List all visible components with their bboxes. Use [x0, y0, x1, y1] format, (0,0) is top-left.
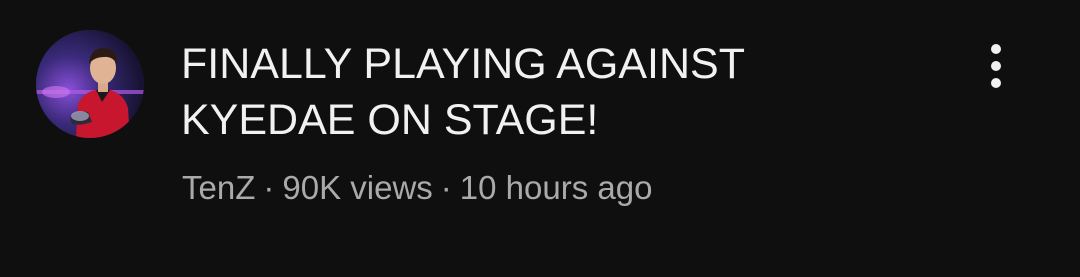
- upload-time: 10 hours ago: [459, 169, 653, 206]
- avatar-image: [36, 30, 144, 138]
- view-count: 90K views: [282, 169, 433, 206]
- metadata-separator: ·: [263, 169, 275, 206]
- video-title[interactable]: FINALLY PLAYING AGAINST KYEDAE ON STAGE!: [181, 36, 921, 148]
- more-options-button[interactable]: [972, 36, 1020, 96]
- more-vert-icon: [991, 44, 1001, 54]
- more-vert-icon: [991, 78, 1001, 88]
- video-meta-row: FINALLY PLAYING AGAINST KYEDAE ON STAGE!…: [0, 0, 1080, 277]
- metadata-separator: ·: [440, 169, 452, 206]
- channel-avatar[interactable]: [36, 30, 144, 138]
- more-vert-icon: [991, 61, 1001, 71]
- channel-name[interactable]: TenZ: [182, 169, 255, 206]
- video-metadata: TenZ · 90K views · 10 hours ago: [182, 166, 652, 210]
